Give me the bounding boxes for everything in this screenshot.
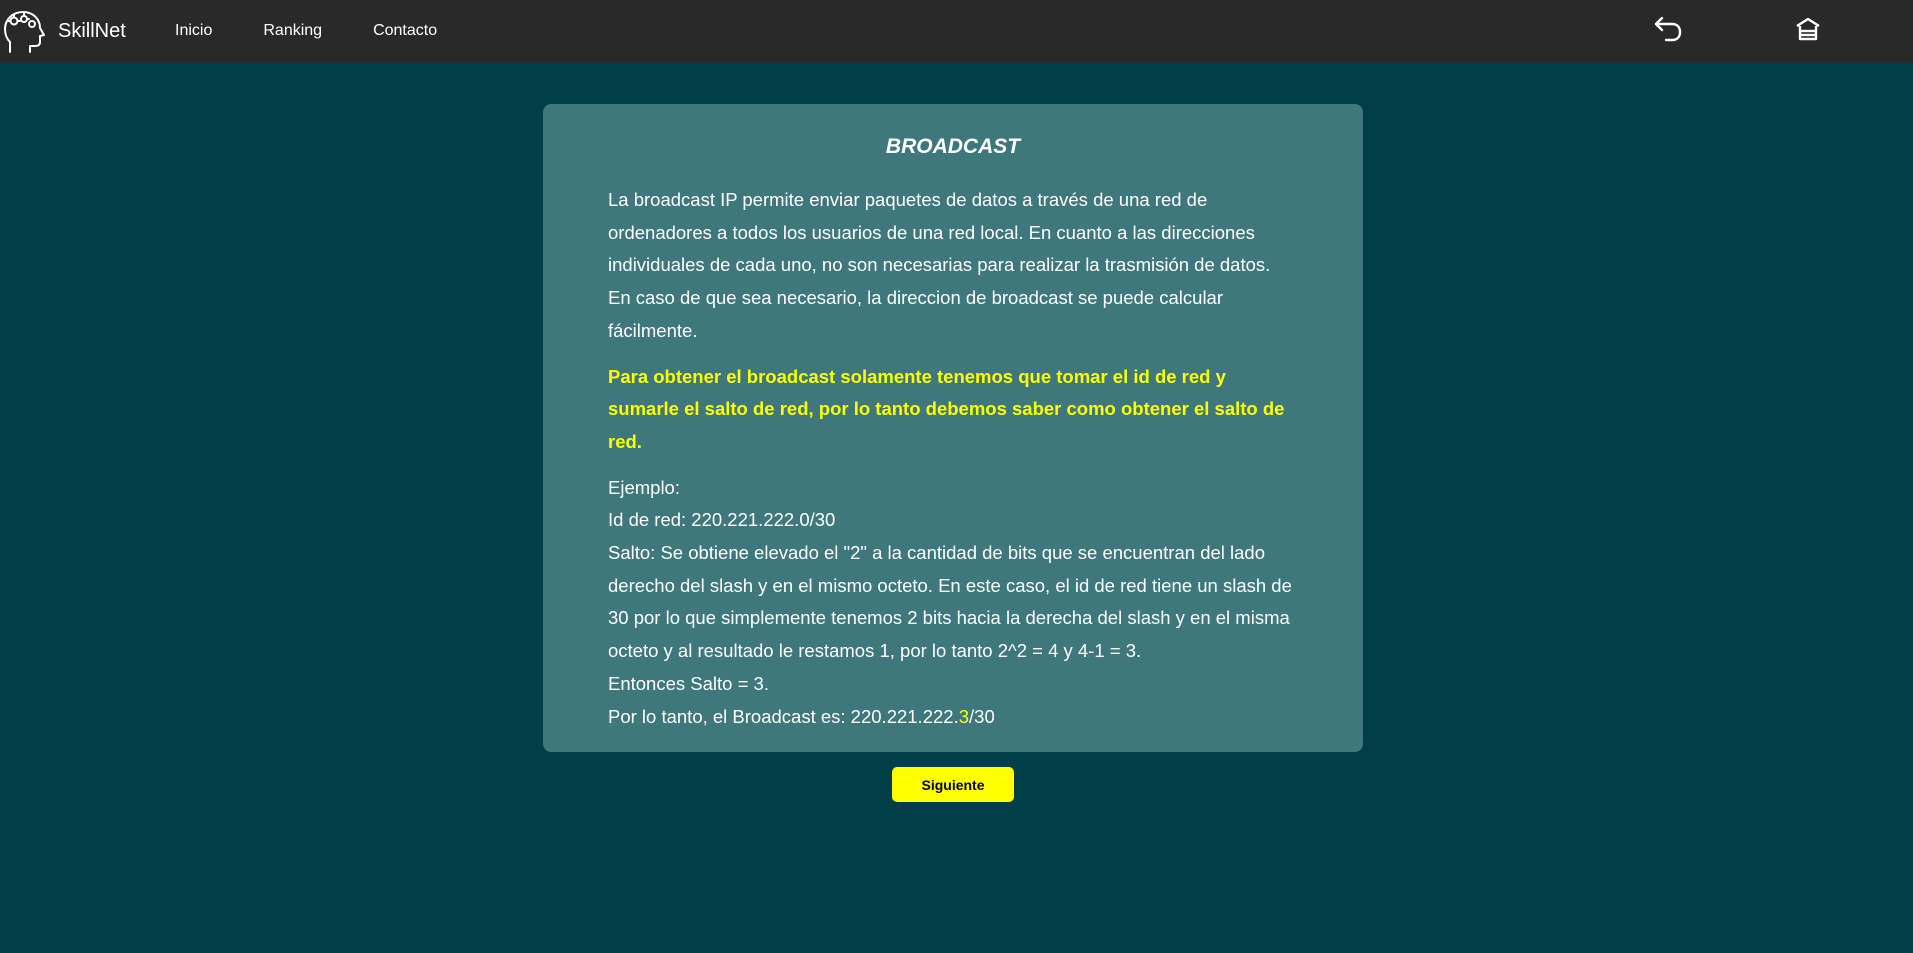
nav-links: Inicio Ranking Contacto <box>175 0 488 61</box>
navbar: SkillNet Inicio Ranking Contacto <box>0 0 1913 63</box>
back-button[interactable] <box>1650 11 1686 47</box>
example-label: Ejemplo: <box>608 476 680 498</box>
next-button[interactable]: Siguiente <box>892 767 1014 802</box>
network-id-line: Id de red: 220.221.222.0/30 <box>608 509 836 531</box>
jump-explanation: Salto: Se obtiene elevado el "2" a la ca… <box>608 542 1292 662</box>
example-section: Ejemplo: Id de red: 220.221.222.0/30 Sal… <box>608 472 1298 734</box>
home-button[interactable] <box>1790 11 1826 47</box>
broadcast-result: Por lo tanto, el Broadcast es: 220.221.2… <box>608 701 1298 734</box>
broadcast-card: BROADCAST La broadcast IP permite enviar… <box>543 104 1363 752</box>
broadcast-prefix: Por lo tanto, el Broadcast es: 220.221.2… <box>608 705 959 727</box>
jump-result: Entonces Salto = 3. <box>608 672 769 694</box>
card-body: La broadcast IP permite enviar paquetes … <box>608 184 1298 746</box>
broadcast-highlight: 3 <box>958 705 970 727</box>
home-icon <box>1796 17 1820 41</box>
brand-link[interactable]: SkillNet <box>2 4 126 58</box>
broadcast-suffix: /30 <box>969 705 995 727</box>
nav-link-contacto[interactable]: Contacto <box>373 22 437 40</box>
highlight-paragraph: Para obtener el broadcast solamente tene… <box>608 365 1285 452</box>
undo-arrow-icon <box>1654 16 1682 42</box>
card-title: BROADCAST <box>885 135 1021 158</box>
head-gears-icon <box>4 11 45 53</box>
brand-name: SkillNet <box>58 20 126 42</box>
intro-paragraph: La broadcast IP permite enviar paquetes … <box>608 189 1271 341</box>
nav-link-ranking[interactable]: Ranking <box>263 22 322 40</box>
nav-link-inicio[interactable]: Inicio <box>175 22 212 40</box>
